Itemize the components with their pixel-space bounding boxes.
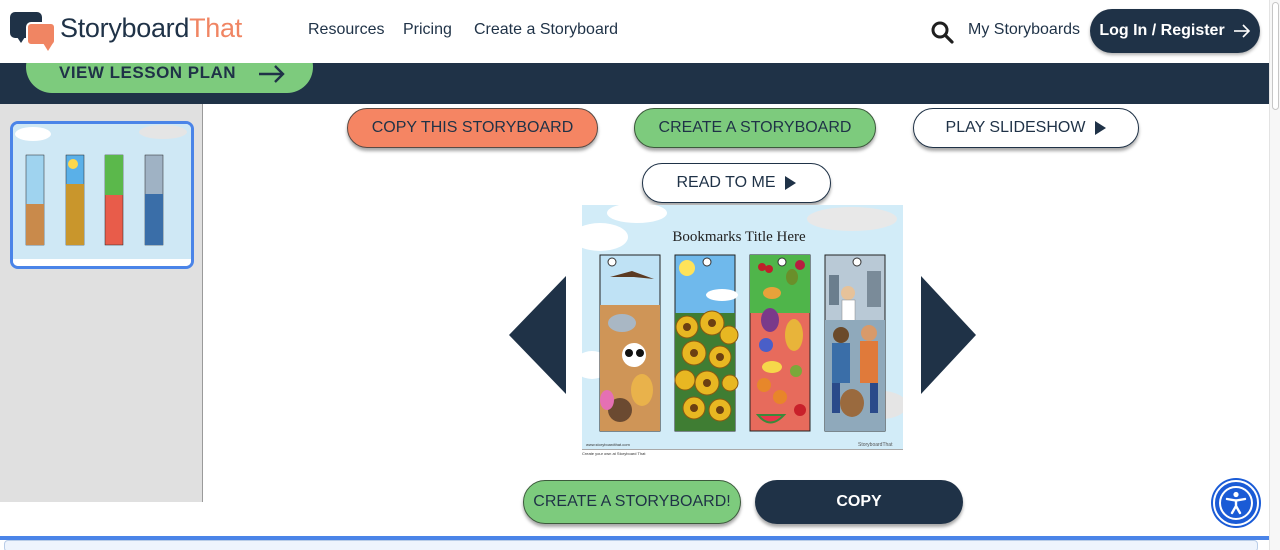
accessibility-button[interactable] [1213, 480, 1259, 526]
storyboard-caption: Create your own at Storyboard That [582, 451, 646, 456]
scrollbar-thumb[interactable] [1272, 2, 1279, 110]
top-nav: StoryboardThat Resources Pricing Create … [0, 0, 1280, 63]
storyboard-footer-right: StoryboardThat [858, 442, 893, 448]
storyboard-preview: Bookmarks Title Here www.storyboardthat.… [572, 203, 907, 458]
login-label: Log In / Register [1099, 22, 1225, 39]
logo-text: StoryboardThat [60, 12, 242, 43]
lesson-band: VIEW LESSON PLAN [0, 63, 1280, 104]
storyboardthat-logo[interactable]: StoryboardThat [10, 12, 242, 51]
read-to-me-label: READ TO ME [676, 174, 776, 191]
page-scrollbar[interactable] [1269, 0, 1280, 550]
nav-link-resources[interactable]: Resources [308, 21, 384, 39]
storyboard-sidebar [0, 104, 203, 502]
create-a-storyboard-bottom-button[interactable]: CREATE A STORYBOARD! [523, 480, 741, 524]
play-icon [785, 176, 797, 190]
lesson-label: VIEW LESSON PLAN [59, 63, 237, 82]
accessibility-icon [1219, 486, 1253, 520]
next-arrow-icon[interactable] [921, 276, 976, 394]
play-icon [1095, 121, 1107, 135]
create-a-storyboard-button[interactable]: CREATE A STORYBOARD [634, 108, 876, 148]
play-slideshow-label: PLAY SLIDESHOW [945, 119, 1086, 136]
copy-button[interactable]: COPY [755, 480, 963, 524]
arrow-right-icon [259, 65, 285, 83]
storyboard-thumbnail[interactable] [10, 121, 194, 269]
create-a-storyboard-bottom-label: CREATE A STORYBOARD! [533, 493, 731, 510]
nav-link-pricing[interactable]: Pricing [403, 21, 452, 39]
create-a-storyboard-label: CREATE A STORYBOARD [658, 119, 852, 136]
read-to-me-button[interactable]: READ TO ME [642, 163, 831, 203]
search-icon[interactable] [930, 20, 954, 44]
storyboard-title: Bookmarks Title Here [672, 229, 806, 245]
copy-this-storyboard-label: COPY THIS STORYBOARD [371, 119, 574, 136]
arrow-right-icon [1233, 24, 1250, 38]
storyboard-footer-left: www.storyboardthat.com [586, 442, 630, 447]
view-lesson-plan-button[interactable]: VIEW LESSON PLAN [26, 63, 313, 93]
nav-link-create-storyboard[interactable]: Create a Storyboard [474, 21, 618, 39]
login-register-button[interactable]: Log In / Register [1090, 9, 1260, 53]
copy-label: COPY [836, 493, 882, 510]
next-section-box [4, 540, 1258, 550]
thumbnail-image [13, 124, 191, 266]
previous-arrow-icon[interactable] [509, 276, 566, 394]
play-slideshow-button[interactable]: PLAY SLIDESHOW [913, 108, 1139, 148]
nav-link-my-storyboards[interactable]: My Storyboards [968, 21, 1080, 39]
storyboard-image: Bookmarks Title Here www.storyboardthat.… [572, 203, 907, 458]
speech-bubbles-icon [10, 12, 58, 51]
copy-this-storyboard-button[interactable]: COPY THIS STORYBOARD [347, 108, 598, 148]
